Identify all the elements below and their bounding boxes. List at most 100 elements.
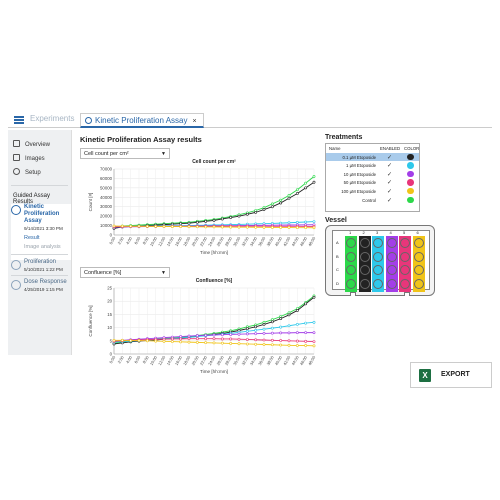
plate-well[interactable] xyxy=(386,251,397,262)
y-tick-label: 10 xyxy=(107,325,112,330)
enabled-checkbox[interactable]: ✓ xyxy=(387,162,392,169)
data-point xyxy=(312,340,316,343)
treatment-color-swatch[interactable] xyxy=(407,179,414,186)
data-point xyxy=(212,225,216,229)
data-point xyxy=(145,339,149,343)
sidebar-item-overview[interactable]: Overview xyxy=(13,140,50,148)
plate-well[interactable] xyxy=(346,251,356,262)
treatment-row[interactable]: 10 µM Etoposide ✓ xyxy=(326,170,419,179)
header-color: COLOR xyxy=(404,146,420,151)
plate-column[interactable] xyxy=(412,236,425,292)
treatment-color-swatch[interactable] xyxy=(407,162,414,169)
plate-well[interactable] xyxy=(346,265,356,275)
y-tick-label: 60000 xyxy=(100,176,113,181)
plate-well[interactable] xyxy=(413,251,424,262)
treatment-row[interactable]: 50 µM Etoposide ✓ xyxy=(326,178,419,187)
plate-well[interactable] xyxy=(373,238,383,248)
treatment-row[interactable]: 0.1 µM Etoposide ✓ xyxy=(326,152,419,162)
enabled-checkbox[interactable]: ✓ xyxy=(387,188,392,195)
plate-well[interactable] xyxy=(386,265,397,275)
treatment-name: 1 µM Etoposide xyxy=(346,163,376,169)
hamburger-menu-icon[interactable] xyxy=(14,116,24,124)
plate-well[interactable] xyxy=(373,251,383,262)
data-point xyxy=(279,317,283,321)
plate-well[interactable] xyxy=(373,265,383,275)
plate-well[interactable] xyxy=(386,278,397,289)
treatment-color-swatch[interactable] xyxy=(407,170,414,178)
plate-well[interactable] xyxy=(359,251,370,262)
sidebar-item-setup[interactable]: Setup xyxy=(13,168,41,176)
data-point xyxy=(137,339,141,342)
enabled-checkbox[interactable]: ✓ xyxy=(387,171,392,178)
treatment-row[interactable]: 1 µM Etoposide ✓ xyxy=(326,161,419,170)
data-point xyxy=(137,224,141,228)
enabled-checkbox[interactable]: ✓ xyxy=(387,179,392,186)
data-point xyxy=(270,202,274,206)
plate-column[interactable] xyxy=(345,236,357,292)
data-point xyxy=(287,313,291,317)
plate-well[interactable] xyxy=(413,265,424,275)
assay-dose-response[interactable]: Dose Response 4/25/2019 1:15 PM xyxy=(11,279,71,299)
data-point xyxy=(254,210,258,214)
plate-well[interactable] xyxy=(346,278,356,289)
assay-subitem-image-analysis[interactable]: Image analysis xyxy=(24,244,61,250)
data-point xyxy=(229,333,233,336)
data-point xyxy=(179,337,183,341)
data-point xyxy=(287,331,291,335)
data-point xyxy=(120,224,124,228)
plate-column[interactable] xyxy=(399,236,411,292)
y-tick-label: 25 xyxy=(107,286,112,291)
assay-subitem-result[interactable]: Result xyxy=(24,235,40,241)
treatment-color-swatch[interactable] xyxy=(407,196,414,204)
enabled-checkbox[interactable]: ✓ xyxy=(387,154,392,161)
plate-well[interactable] xyxy=(400,251,410,262)
plate-column[interactable] xyxy=(385,236,398,292)
data-point xyxy=(212,341,216,345)
sidebar-item-images[interactable]: Images xyxy=(13,154,45,162)
data-point xyxy=(145,224,149,228)
data-point xyxy=(254,342,258,346)
plate-well[interactable] xyxy=(359,278,370,289)
tab-experiments[interactable]: Experiments xyxy=(30,114,74,123)
x-tick-label: 4:00 xyxy=(125,235,134,245)
assay-kinetic-proliferation[interactable]: Kinetic Proliferation Assay 9/14/2021 3:… xyxy=(11,204,71,260)
plate-well[interactable] xyxy=(386,238,397,248)
data-point xyxy=(237,342,241,346)
data-point xyxy=(287,343,291,347)
data-point xyxy=(312,295,316,299)
plate-well[interactable] xyxy=(400,278,410,289)
plate-well[interactable] xyxy=(359,238,370,248)
x-tick-label: 4:00 xyxy=(125,354,134,364)
data-point xyxy=(270,331,274,335)
plate-well[interactable] xyxy=(373,278,383,289)
plate-well[interactable] xyxy=(400,265,410,275)
sidebar-item-label: Overview xyxy=(25,142,51,148)
enabled-checkbox[interactable]: ✓ xyxy=(387,197,392,204)
treatment-color-swatch[interactable] xyxy=(407,187,414,195)
y-axis-label: Confluence [%] xyxy=(88,305,93,336)
plate-well[interactable] xyxy=(359,265,370,275)
plate-well[interactable] xyxy=(346,238,356,248)
y-tick-label: 30000 xyxy=(100,204,113,209)
data-point xyxy=(220,341,224,345)
tab-kinetic-proliferation-assay[interactable]: Kinetic Proliferation Assay × xyxy=(80,113,204,128)
assay-proliferation[interactable]: Proliferation 5/10/2021 1:22 PM xyxy=(11,259,71,279)
plate-column[interactable] xyxy=(372,236,384,292)
plate-column[interactable] xyxy=(358,236,371,292)
close-tab-icon[interactable]: × xyxy=(193,118,197,125)
export-button[interactable]: X EXPORT xyxy=(410,362,492,388)
plate-well[interactable] xyxy=(400,238,410,248)
data-point xyxy=(295,220,299,224)
plate-well[interactable] xyxy=(413,238,424,248)
header-name: Name xyxy=(329,146,341,151)
treatment-row[interactable]: Control ✓ xyxy=(326,196,419,205)
plate-well[interactable] xyxy=(413,278,424,289)
treatment-row[interactable]: 100 µM Etoposide ✓ xyxy=(326,187,419,196)
y-tick-label: 20 xyxy=(107,299,112,304)
treatment-color-swatch[interactable] xyxy=(407,153,414,161)
data-point xyxy=(279,331,283,335)
data-point xyxy=(129,224,133,228)
data-point xyxy=(212,333,216,337)
data-point xyxy=(237,214,241,218)
data-point xyxy=(220,225,224,229)
